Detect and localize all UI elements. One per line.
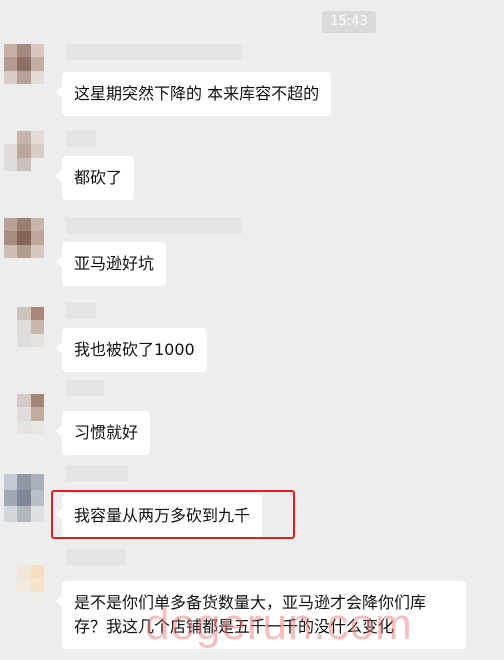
message-text: 这星期突然下降的 本来库容不超的	[74, 84, 320, 103]
sender-name-redacted	[66, 465, 128, 481]
message-bubble[interactable]: 我容量从两万多砍到九千	[55, 494, 263, 538]
sender-name-redacted	[66, 380, 104, 396]
sender-name-redacted	[66, 303, 96, 319]
avatar[interactable]	[4, 44, 44, 84]
message-text: 我容量从两万多砍到九千	[74, 506, 251, 525]
watermark: dogerun.com	[145, 600, 413, 649]
message-bubble[interactable]: 这星期突然下降的 本来库容不超的	[55, 72, 332, 116]
message-text: 我也被砍了1000	[74, 340, 195, 359]
avatar[interactable]	[4, 474, 44, 522]
sender-name-redacted	[66, 218, 242, 234]
avatar[interactable]	[4, 565, 44, 605]
message-text: 都砍了	[74, 168, 123, 187]
avatar[interactable]	[4, 218, 44, 258]
message-bubble[interactable]: 我也被砍了1000	[56, 328, 207, 372]
sender-name-redacted	[66, 44, 242, 60]
message-bubble[interactable]: 亚马逊好坑	[55, 242, 167, 286]
message-bubble[interactable]: 习惯就好	[55, 411, 151, 455]
avatar[interactable]	[4, 307, 44, 347]
message-timestamp: 15:43	[322, 11, 376, 33]
sender-name-redacted	[66, 549, 126, 565]
message-text: 习惯就好	[74, 423, 139, 442]
sender-name-redacted	[66, 131, 96, 147]
avatar[interactable]	[4, 394, 44, 434]
message-text: 亚马逊好坑	[74, 254, 155, 273]
message-bubble[interactable]: 都砍了	[55, 156, 135, 200]
chat-window: 15:43 这星期突然下降的 本来库容不超的 都砍了 亚马逊好坑 我也被砍了10…	[0, 0, 504, 660]
avatar[interactable]	[4, 131, 44, 171]
